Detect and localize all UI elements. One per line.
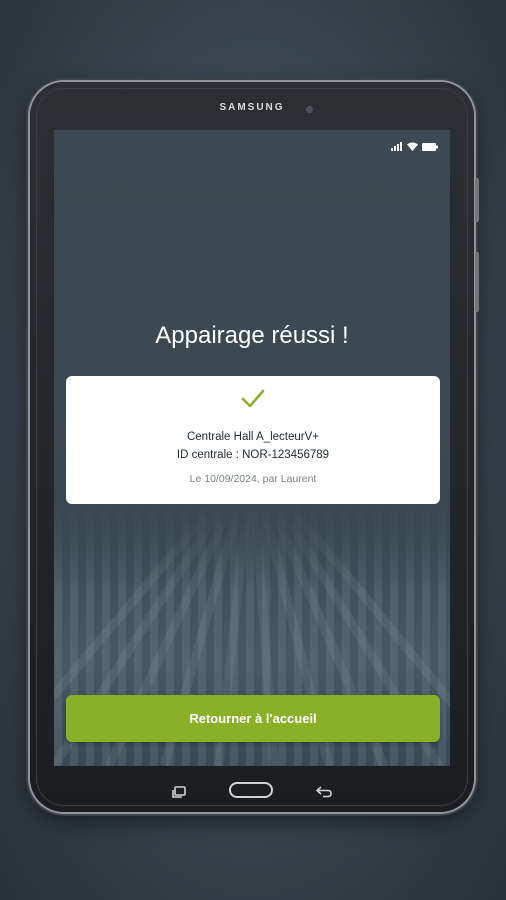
battery-icon [422, 142, 438, 151]
device-brand-label: SAMSUNG [219, 102, 285, 113]
power-button [475, 252, 479, 312]
page-title: Appairage réussi ! [155, 322, 349, 349]
home-button[interactable] [229, 782, 273, 798]
paired-date-text: Le 10/09/2024, par Laurent [189, 473, 317, 485]
volume-button [475, 178, 479, 222]
signal-icon [391, 142, 402, 151]
back-icon[interactable] [316, 785, 332, 798]
status-bar [391, 142, 438, 151]
front-camera [306, 106, 313, 113]
app-screen: Appairage réussi ! Centrale Hall A_lecte… [54, 130, 450, 766]
central-id-text: ID centrale : NOR-123456789 [176, 449, 330, 461]
check-icon [241, 389, 265, 408]
tablet-frame: SAMSUNG Appairage réussi ! Centrale Hall… [30, 82, 479, 812]
wifi-icon [407, 142, 418, 151]
pairing-result-card: Centrale Hall A_lecteurV+ ID centrale : … [66, 376, 440, 504]
recent-apps-icon[interactable] [172, 786, 186, 798]
device-name-text: Centrale Hall A_lecteurV+ [186, 431, 319, 443]
return-home-button[interactable]: Retourner à l'accueil [66, 695, 440, 742]
